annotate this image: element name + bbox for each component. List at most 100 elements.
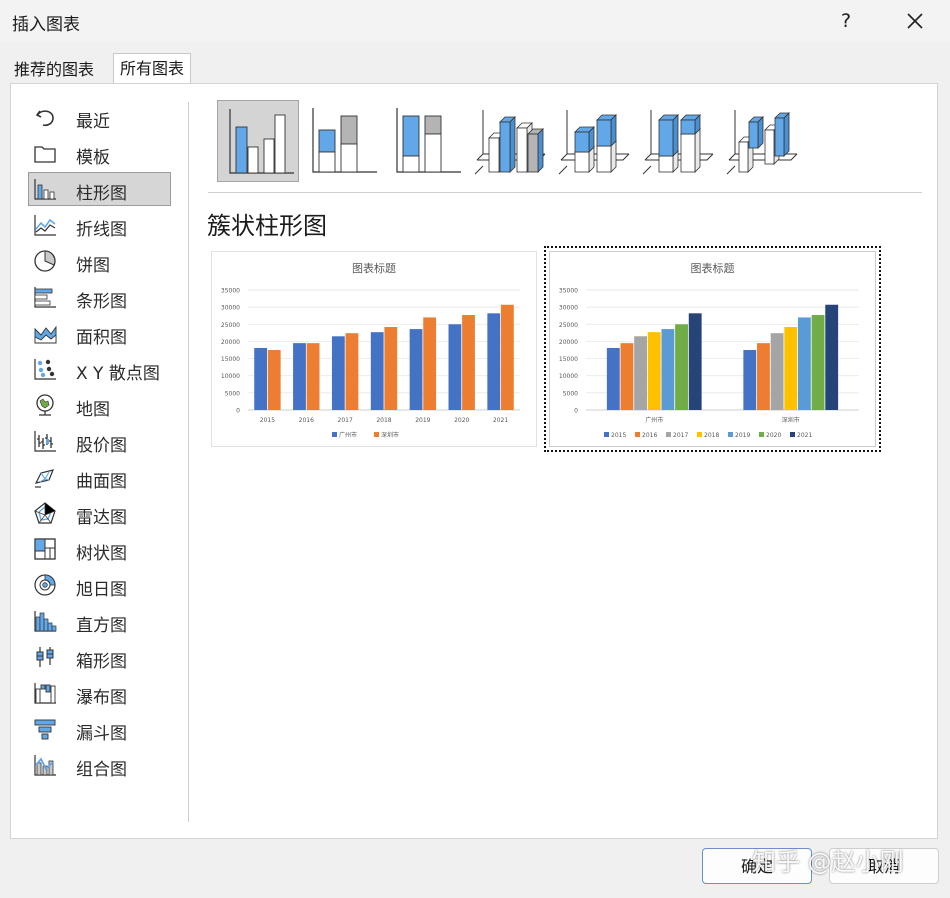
sidebar-item-label: X Y 散点图	[76, 364, 160, 384]
legend-label: 2019	[735, 432, 750, 439]
legend-swatch	[374, 432, 379, 437]
bar	[647, 332, 661, 410]
all-charts-panel: 最近模板柱形图折线图饼图条形图面积图 X Y 散点图 地图股价图曲面图雷达图树状图旭…	[10, 83, 938, 839]
map-chart-icon	[36, 394, 54, 416]
folder-icon	[34, 146, 56, 163]
sidebar-item-line-chart[interactable]: 折线图	[28, 208, 171, 242]
3d-column-icon	[726, 110, 798, 175]
legend-swatch	[790, 432, 795, 437]
legend-label: 2015	[611, 432, 626, 439]
x-tick-label: 2015	[260, 417, 275, 424]
subtype-title: 簇状柱形图	[207, 212, 327, 240]
sidebar-item-sunburst-chart[interactable]: 旭日图	[28, 568, 171, 602]
stock-chart-icon	[34, 431, 56, 452]
legend-swatch	[666, 432, 671, 437]
sidebar-item-stock-chart[interactable]: 股价图	[28, 424, 171, 458]
3d-clustered-column-icon	[474, 110, 546, 175]
sidebar-item-label: 箱形图	[76, 652, 127, 672]
y-tick-label: 15000	[221, 356, 240, 363]
subtype-stacked-column[interactable]	[301, 100, 383, 182]
bar	[606, 347, 620, 410]
x-tick-label: 2021	[493, 417, 508, 424]
tab-all-charts[interactable]: 所有图表	[113, 53, 192, 84]
sidebar-item-label: 树状图	[76, 544, 127, 564]
y-tick-label: 35000	[559, 288, 578, 295]
sidebar-item-surface-chart[interactable]: 曲面图	[28, 460, 171, 494]
chart-subtype-gallery	[205, 99, 798, 185]
sidebar-item-histogram-chart[interactable]: 直方图	[28, 604, 171, 638]
x-tick-label: 2020	[454, 417, 469, 424]
x-tick-label: 2017	[338, 417, 353, 424]
sidebar-item-treemap-chart[interactable]: 树状图	[28, 532, 171, 566]
subtype-percent-stacked-column[interactable]	[385, 100, 467, 182]
chart-preview-option-1[interactable]: 图表标题 0 5000 10000 15000 20000 25000 30000 35000 2…	[211, 251, 537, 447]
sidebar-item-recent[interactable]: 最近	[28, 100, 171, 134]
bar	[688, 313, 702, 410]
sidebar-item-label: 折线图	[76, 220, 127, 240]
bar	[743, 350, 757, 410]
subtype-3d-percent-stacked-column[interactable]	[637, 100, 719, 182]
cancel-button[interactable]: 取消	[829, 848, 939, 884]
tab-recommended-charts[interactable]: 推荐的图表	[10, 55, 98, 83]
x-tick-label: 深圳市	[782, 416, 800, 424]
recent-icon	[35, 110, 54, 127]
legend-label: 广州市	[339, 431, 357, 439]
title-bar: 插入图表 ?	[0, 0, 950, 42]
bar	[661, 329, 675, 410]
subtype-3d-clustered-column[interactable]	[469, 100, 551, 182]
subtype-3d-stacked-column[interactable]	[553, 100, 635, 182]
sidebar-item-folder[interactable]: 模板	[28, 136, 171, 170]
sidebar-item-label: 条形图	[76, 292, 127, 312]
sidebar-item-box-whisker-chart[interactable]: 箱形图	[28, 640, 171, 674]
vertical-divider	[188, 102, 189, 822]
bar	[423, 317, 437, 410]
sidebar-item-label: 最近	[76, 112, 110, 132]
sidebar-item-pie-chart[interactable]: 饼图	[28, 244, 171, 278]
sidebar-item-combo-chart[interactable]: 组合图	[28, 748, 171, 782]
sidebar-item-funnel-chart[interactable]: 漏斗图	[28, 712, 171, 746]
x-tick-label: 2019	[415, 417, 430, 424]
sidebar-item-bar-chart[interactable]: 条形图	[28, 280, 171, 314]
treemap-chart-icon	[34, 538, 56, 560]
bar	[634, 336, 648, 410]
bar	[384, 327, 398, 410]
subtype-3d-column[interactable]	[721, 100, 803, 182]
sidebar-item-waterfall-chart[interactable]: 瀑布图	[28, 676, 171, 710]
bar	[487, 313, 501, 410]
close-button[interactable]	[900, 6, 930, 36]
stacked-column-icon	[312, 108, 377, 173]
chart-type-list: 最近模板柱形图折线图饼图条形图面积图 X Y 散点图 地图股价图曲面图雷达图树状图旭…	[28, 100, 171, 824]
waterfall-chart-icon	[34, 683, 56, 704]
sidebar-item-label: 模板	[76, 148, 110, 168]
sidebar-item-label: 地图	[76, 400, 110, 420]
ok-button[interactable]: 确定	[702, 848, 812, 884]
bar	[293, 343, 306, 410]
y-tick-label: 5000	[563, 390, 578, 397]
line-chart-icon	[34, 215, 56, 236]
y-tick-label: 0	[236, 408, 240, 415]
3d-stacked-column-icon	[558, 110, 630, 175]
surface-chart-icon	[34, 469, 54, 488]
y-tick-label: 25000	[559, 322, 578, 329]
close-icon	[907, 13, 923, 29]
chart-preview-option-2[interactable]: 图表标题 0 5000 10000 15000 20000 25000 30000 35000 广…	[544, 246, 881, 452]
preview-area: 图表标题 0 5000 10000 15000 20000 25000 30000 35000 2…	[205, 244, 881, 824]
bar	[345, 333, 359, 410]
help-button[interactable]: ?	[832, 6, 860, 36]
y-tick-label: 5000	[225, 390, 240, 397]
sidebar-item-scatter-chart[interactable]: X Y 散点图	[28, 352, 171, 386]
sidebar-item-radar-chart[interactable]: 雷达图	[28, 496, 171, 530]
subtype-clustered-column[interactable]	[217, 100, 299, 182]
scatter-chart-icon	[34, 359, 56, 380]
bar	[770, 333, 784, 410]
histogram-chart-icon	[34, 611, 57, 632]
sidebar-item-column-chart[interactable]: 柱形图	[28, 172, 171, 206]
preview-chart-by-year: 图表标题 0 5000 10000 15000 20000 25000 30000 35000 2…	[221, 261, 520, 439]
sidebar-item-label: 曲面图	[76, 472, 127, 492]
sidebar-item-map-chart[interactable]: 地图	[28, 388, 171, 422]
bar	[409, 329, 423, 410]
legend-label: 2018	[704, 432, 719, 439]
sidebar-item-area-chart[interactable]: 面积图	[28, 316, 171, 350]
legend-label: 2017	[673, 432, 688, 439]
sidebar-item-label: 漏斗图	[76, 724, 127, 744]
